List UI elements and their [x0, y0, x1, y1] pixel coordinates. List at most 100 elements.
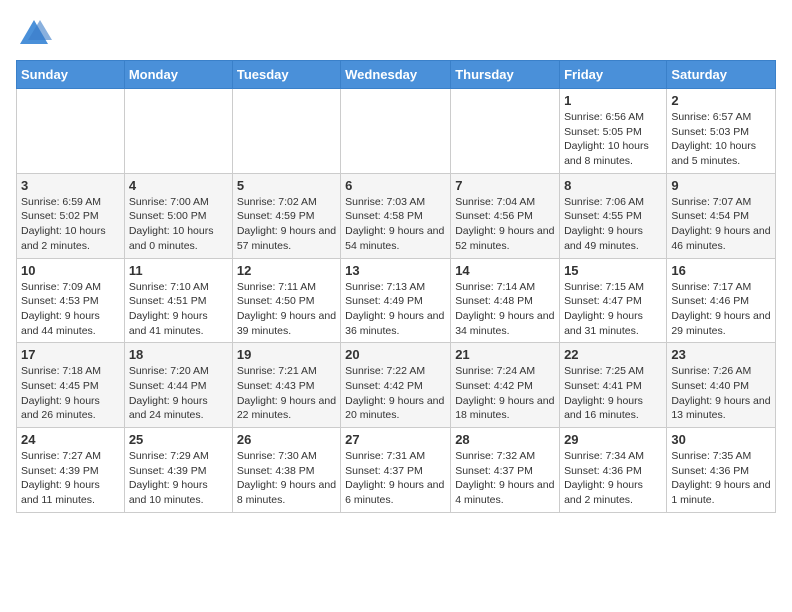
calendar-cell: 17 Sunrise: 7:18 AM Sunset: 4:45 PM Dayli…	[17, 343, 125, 428]
calendar-week-row: 10 Sunrise: 7:09 AM Sunset: 4:53 PM Dayli…	[17, 258, 776, 343]
day-info: Sunrise: 7:18 AM Sunset: 4:45 PM Dayligh…	[21, 364, 120, 423]
calendar-cell: 22 Sunrise: 7:25 AM Sunset: 4:41 PM Dayli…	[560, 343, 667, 428]
calendar-cell: 21 Sunrise: 7:24 AM Sunset: 4:42 PM Dayli…	[451, 343, 560, 428]
day-number: 10	[21, 263, 120, 278]
day-info: Sunrise: 7:15 AM Sunset: 4:47 PM Dayligh…	[564, 280, 662, 339]
calendar-cell: 27Sunrise: 7:31 AM Sunset: 4:37 PM Dayli…	[341, 428, 451, 513]
calendar-cell: 18 Sunrise: 7:20 AM Sunset: 4:44 PM Dayli…	[124, 343, 232, 428]
calendar-cell: 7 Sunrise: 7:04 AM Sunset: 4:56 PM Daylig…	[451, 173, 560, 258]
calendar-cell: 28 Sunrise: 7:32 AM Sunset: 4:37 PM Dayli…	[451, 428, 560, 513]
day-number: 17	[21, 347, 120, 362]
calendar-cell: 25 Sunrise: 7:29 AM Sunset: 4:39 PM Dayli…	[124, 428, 232, 513]
day-number: 23	[671, 347, 771, 362]
calendar-cell: 1 Sunrise: 6:56 AM Sunset: 5:05 PM Daylig…	[560, 89, 667, 174]
day-info: Sunrise: 7:26 AM Sunset: 4:40 PM Dayligh…	[671, 364, 771, 423]
day-info: Sunrise: 7:03 AM Sunset: 4:58 PM Dayligh…	[345, 195, 446, 254]
day-number: 26	[237, 432, 336, 447]
day-info: Sunrise: 7:34 AM Sunset: 4:36 PM Dayligh…	[564, 449, 662, 508]
calendar-cell: 13 Sunrise: 7:13 AM Sunset: 4:49 PM Dayli…	[341, 258, 451, 343]
weekday-header-thursday: Thursday	[451, 61, 560, 89]
calendar-cell: 23 Sunrise: 7:26 AM Sunset: 4:40 PM Dayli…	[667, 343, 776, 428]
day-number: 19	[237, 347, 336, 362]
day-number: 25	[129, 432, 228, 447]
logo-icon	[16, 16, 52, 52]
weekday-header-sunday: Sunday	[17, 61, 125, 89]
day-number: 30	[671, 432, 771, 447]
day-info: Sunrise: 7:13 AM Sunset: 4:49 PM Dayligh…	[345, 280, 446, 339]
weekday-header-wednesday: Wednesday	[341, 61, 451, 89]
calendar-cell: 3Sunrise: 6:59 AM Sunset: 5:02 PM Daylig…	[17, 173, 125, 258]
day-number: 28	[455, 432, 555, 447]
calendar-week-row: 24 Sunrise: 7:27 AM Sunset: 4:39 PM Dayli…	[17, 428, 776, 513]
day-number: 1	[564, 93, 662, 108]
weekday-header-tuesday: Tuesday	[232, 61, 340, 89]
day-info: Sunrise: 7:04 AM Sunset: 4:56 PM Dayligh…	[455, 195, 555, 254]
day-info: Sunrise: 7:22 AM Sunset: 4:42 PM Dayligh…	[345, 364, 446, 423]
day-info: Sunrise: 7:30 AM Sunset: 4:38 PM Dayligh…	[237, 449, 336, 508]
day-info: Sunrise: 7:25 AM Sunset: 4:41 PM Dayligh…	[564, 364, 662, 423]
calendar-cell: 26 Sunrise: 7:30 AM Sunset: 4:38 PM Dayli…	[232, 428, 340, 513]
calendar-cell: 4Sunrise: 7:00 AM Sunset: 5:00 PM Daylig…	[124, 173, 232, 258]
day-number: 21	[455, 347, 555, 362]
calendar-cell: 30Sunrise: 7:35 AM Sunset: 4:36 PM Dayli…	[667, 428, 776, 513]
calendar-cell	[124, 89, 232, 174]
calendar-week-row: 17 Sunrise: 7:18 AM Sunset: 4:45 PM Dayli…	[17, 343, 776, 428]
day-info: Sunrise: 7:27 AM Sunset: 4:39 PM Dayligh…	[21, 449, 120, 508]
day-info: Sunrise: 7:20 AM Sunset: 4:44 PM Dayligh…	[129, 364, 228, 423]
weekday-header-row: SundayMondayTuesdayWednesdayThursdayFrid…	[17, 61, 776, 89]
day-info: Sunrise: 7:09 AM Sunset: 4:53 PM Dayligh…	[21, 280, 120, 339]
day-info: Sunrise: 7:21 AM Sunset: 4:43 PM Dayligh…	[237, 364, 336, 423]
day-info: Sunrise: 7:14 AM Sunset: 4:48 PM Dayligh…	[455, 280, 555, 339]
calendar-cell: 12Sunrise: 7:11 AM Sunset: 4:50 PM Dayli…	[232, 258, 340, 343]
day-number: 6	[345, 178, 446, 193]
calendar-week-row: 3Sunrise: 6:59 AM Sunset: 5:02 PM Daylig…	[17, 173, 776, 258]
day-info: Sunrise: 7:02 AM Sunset: 4:59 PM Dayligh…	[237, 195, 336, 254]
day-number: 24	[21, 432, 120, 447]
day-info: Sunrise: 6:57 AM Sunset: 5:03 PM Dayligh…	[671, 110, 771, 169]
day-number: 13	[345, 263, 446, 278]
day-info: Sunrise: 7:10 AM Sunset: 4:51 PM Dayligh…	[129, 280, 228, 339]
calendar-cell: 14 Sunrise: 7:14 AM Sunset: 4:48 PM Dayli…	[451, 258, 560, 343]
calendar-cell: 19 Sunrise: 7:21 AM Sunset: 4:43 PM Dayli…	[232, 343, 340, 428]
calendar-cell: 10 Sunrise: 7:09 AM Sunset: 4:53 PM Dayli…	[17, 258, 125, 343]
day-info: Sunrise: 6:59 AM Sunset: 5:02 PM Dayligh…	[21, 195, 120, 254]
day-number: 9	[671, 178, 771, 193]
day-number: 18	[129, 347, 228, 362]
weekday-header-saturday: Saturday	[667, 61, 776, 89]
calendar-cell: 15 Sunrise: 7:15 AM Sunset: 4:47 PM Dayli…	[560, 258, 667, 343]
logo	[16, 16, 56, 52]
calendar-cell	[341, 89, 451, 174]
day-number: 14	[455, 263, 555, 278]
weekday-header-friday: Friday	[560, 61, 667, 89]
calendar-cell: 6 Sunrise: 7:03 AM Sunset: 4:58 PM Daylig…	[341, 173, 451, 258]
day-number: 16	[671, 263, 771, 278]
day-number: 7	[455, 178, 555, 193]
day-number: 22	[564, 347, 662, 362]
calendar-cell: 16 Sunrise: 7:17 AM Sunset: 4:46 PM Dayli…	[667, 258, 776, 343]
day-info: Sunrise: 7:29 AM Sunset: 4:39 PM Dayligh…	[129, 449, 228, 508]
weekday-header-monday: Monday	[124, 61, 232, 89]
day-number: 5	[237, 178, 336, 193]
day-number: 2	[671, 93, 771, 108]
calendar-cell: 29 Sunrise: 7:34 AM Sunset: 4:36 PM Dayli…	[560, 428, 667, 513]
day-number: 11	[129, 263, 228, 278]
day-info: Sunrise: 7:17 AM Sunset: 4:46 PM Dayligh…	[671, 280, 771, 339]
calendar-cell: 8 Sunrise: 7:06 AM Sunset: 4:55 PM Daylig…	[560, 173, 667, 258]
calendar-week-row: 1 Sunrise: 6:56 AM Sunset: 5:05 PM Daylig…	[17, 89, 776, 174]
day-number: 12	[237, 263, 336, 278]
day-info: Sunrise: 7:32 AM Sunset: 4:37 PM Dayligh…	[455, 449, 555, 508]
calendar-cell: 20Sunrise: 7:22 AM Sunset: 4:42 PM Dayli…	[341, 343, 451, 428]
calendar-cell	[232, 89, 340, 174]
day-number: 4	[129, 178, 228, 193]
day-number: 15	[564, 263, 662, 278]
day-info: Sunrise: 7:24 AM Sunset: 4:42 PM Dayligh…	[455, 364, 555, 423]
day-number: 8	[564, 178, 662, 193]
day-info: Sunrise: 6:56 AM Sunset: 5:05 PM Dayligh…	[564, 110, 662, 169]
calendar-cell	[451, 89, 560, 174]
calendar-cell: 2 Sunrise: 6:57 AM Sunset: 5:03 PM Daylig…	[667, 89, 776, 174]
day-info: Sunrise: 7:06 AM Sunset: 4:55 PM Dayligh…	[564, 195, 662, 254]
calendar-cell: 11 Sunrise: 7:10 AM Sunset: 4:51 PM Dayli…	[124, 258, 232, 343]
day-info: Sunrise: 7:31 AM Sunset: 4:37 PM Dayligh…	[345, 449, 446, 508]
day-info: Sunrise: 7:07 AM Sunset: 4:54 PM Dayligh…	[671, 195, 771, 254]
day-number: 29	[564, 432, 662, 447]
